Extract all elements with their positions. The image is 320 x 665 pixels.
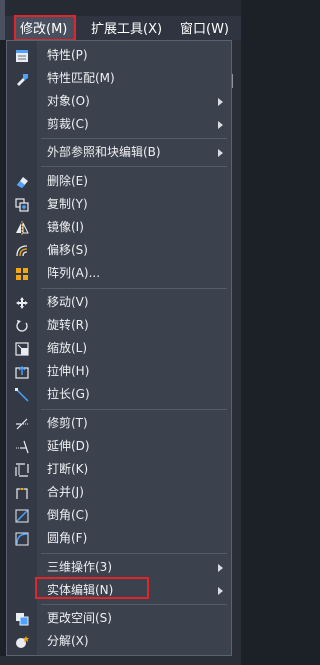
menu-item-label: 分解(X) [47, 634, 89, 648]
menu-item-label: 剪裁(C) [47, 117, 89, 131]
properties-icon [15, 48, 29, 62]
menu-item-chamfer[interactable]: 倒角(C) [7, 504, 231, 527]
menu-modify[interactable]: 修改(M) [20, 20, 67, 40]
menubar: 修改(M) 扩展工具(X) 窗口(W) [0, 0, 241, 41]
menu-item-clip[interactable]: 剪裁(C) [7, 113, 231, 136]
menu-item-offset[interactable]: 偏移(S) [7, 239, 231, 262]
menu-item-label: 拉伸(H) [47, 364, 90, 378]
menu-item-stretch[interactable]: 拉伸(H) [7, 360, 231, 383]
menu-window[interactable]: 窗口(W) [180, 20, 229, 40]
chamfer-icon [15, 508, 29, 523]
menu-item-scale[interactable]: 缩放(L) [7, 337, 231, 360]
array-icon [15, 266, 29, 280]
menu-item-label: 更改空间(S) [47, 611, 112, 625]
menu-item-copy[interactable]: 复制(Y) [7, 193, 231, 216]
menu-item-rotate[interactable]: 旋转(R) [7, 314, 231, 337]
menu-item-break[interactable]: 打断(K) [7, 458, 231, 481]
lengthen-icon [15, 387, 29, 402]
menu-separator [41, 166, 227, 167]
menu-item-label: 特性(P) [47, 48, 88, 62]
mirror-icon [15, 220, 29, 235]
menu-item-label: 三维操作(3) [47, 560, 112, 574]
menu-item-label: 缩放(L) [47, 341, 88, 355]
menu-item-label: 拉长(G) [47, 387, 90, 401]
menu-item-label: 外部参照和块编辑(B) [47, 145, 161, 159]
menu-item-label: 复制(Y) [47, 197, 88, 211]
submenu-arrow-icon [218, 564, 223, 572]
menu-item-array[interactable]: 阵列(A)... [7, 262, 231, 285]
menu-item-fillet[interactable]: 圆角(F) [7, 527, 231, 550]
menu-item-extend[interactable]: 延伸(D) [7, 435, 231, 458]
rotate-icon [15, 318, 29, 332]
toolbar-strip [0, 0, 241, 16]
menu-item-solid-editing[interactable]: 实体编辑(N) [7, 577, 231, 602]
menu-item-trim[interactable]: 修剪(T) [7, 412, 231, 435]
change-space-icon [15, 611, 29, 626]
menu-item-xref-block-edit[interactable]: 外部参照和块编辑(B) [7, 141, 231, 164]
menu-item-label: 合并(J) [47, 485, 84, 499]
menu-item-label: 延伸(D) [47, 439, 90, 453]
menu-item-3d-operations[interactable]: 三维操作(3) [7, 556, 231, 579]
submenu-arrow-icon [218, 121, 223, 129]
menubar-edge [0, 0, 5, 40]
menu-item-label: 倒角(C) [47, 508, 89, 522]
menu-item-properties[interactable]: 特性(P) [7, 44, 231, 67]
menu-item-label: 圆角(F) [47, 531, 88, 545]
trim-icon [15, 416, 29, 430]
menu-item-lengthen[interactable]: 拉长(G) [7, 383, 231, 406]
copy-icon [15, 197, 29, 212]
fillet-icon [15, 531, 29, 546]
menu-item-label: 移动(V) [47, 295, 89, 309]
menu-item-label: 修剪(T) [47, 416, 88, 430]
menu-item-mirror[interactable]: 镜像(I) [7, 216, 231, 239]
break-icon [15, 462, 29, 477]
modify-dropdown-menu: 特性(P) 特性匹配(M) 对象(O) 剪裁(C) 外部参照和块编辑(B) 删除… [6, 40, 232, 656]
offset-icon [15, 243, 29, 257]
extend-icon [15, 439, 29, 454]
menu-extension-tools[interactable]: 扩展工具(X) [91, 20, 162, 40]
menu-separator [41, 138, 227, 139]
menu-item-erase[interactable]: 删除(E) [7, 170, 231, 193]
menu-separator [41, 409, 227, 410]
submenu-arrow-icon [218, 149, 223, 157]
menu-item-label: 旋转(R) [47, 318, 89, 332]
submenu-arrow-icon [218, 587, 223, 595]
menu-item-object[interactable]: 对象(O) [7, 90, 231, 113]
eraser-icon [15, 174, 29, 188]
menu-item-label: 镜像(I) [47, 220, 84, 234]
menu-item-label: 对象(O) [47, 94, 90, 108]
menu-item-explode[interactable]: 分解(X) [7, 630, 231, 653]
stretch-icon [15, 364, 29, 379]
menu-item-label: 偏移(S) [47, 243, 88, 257]
match-properties-icon [15, 71, 29, 86]
menu-item-move[interactable]: 移动(V) [7, 291, 231, 314]
menu-separator [41, 553, 227, 554]
menu-item-label: 实体编辑(N) [47, 583, 114, 597]
join-icon [15, 485, 29, 499]
move-icon [15, 295, 29, 309]
menu-separator [41, 288, 227, 289]
background-toolbar-edge [232, 74, 240, 88]
menu-item-join[interactable]: 合并(J) [7, 481, 231, 504]
explode-icon [15, 634, 29, 648]
scale-icon [15, 341, 29, 356]
menu-item-match-properties[interactable]: 特性匹配(M) [7, 67, 231, 90]
menu-item-label: 打断(K) [47, 462, 89, 476]
menu-item-label: 特性匹配(M) [47, 71, 115, 85]
background-toolbar [231, 40, 241, 665]
menu-item-change-space[interactable]: 更改空间(S) [7, 607, 231, 630]
menu-item-label: 删除(E) [47, 174, 88, 188]
background-statusbar [0, 656, 241, 665]
submenu-arrow-icon [218, 98, 223, 106]
menu-item-label: 阵列(A)... [47, 266, 101, 280]
menu-separator [41, 604, 227, 605]
